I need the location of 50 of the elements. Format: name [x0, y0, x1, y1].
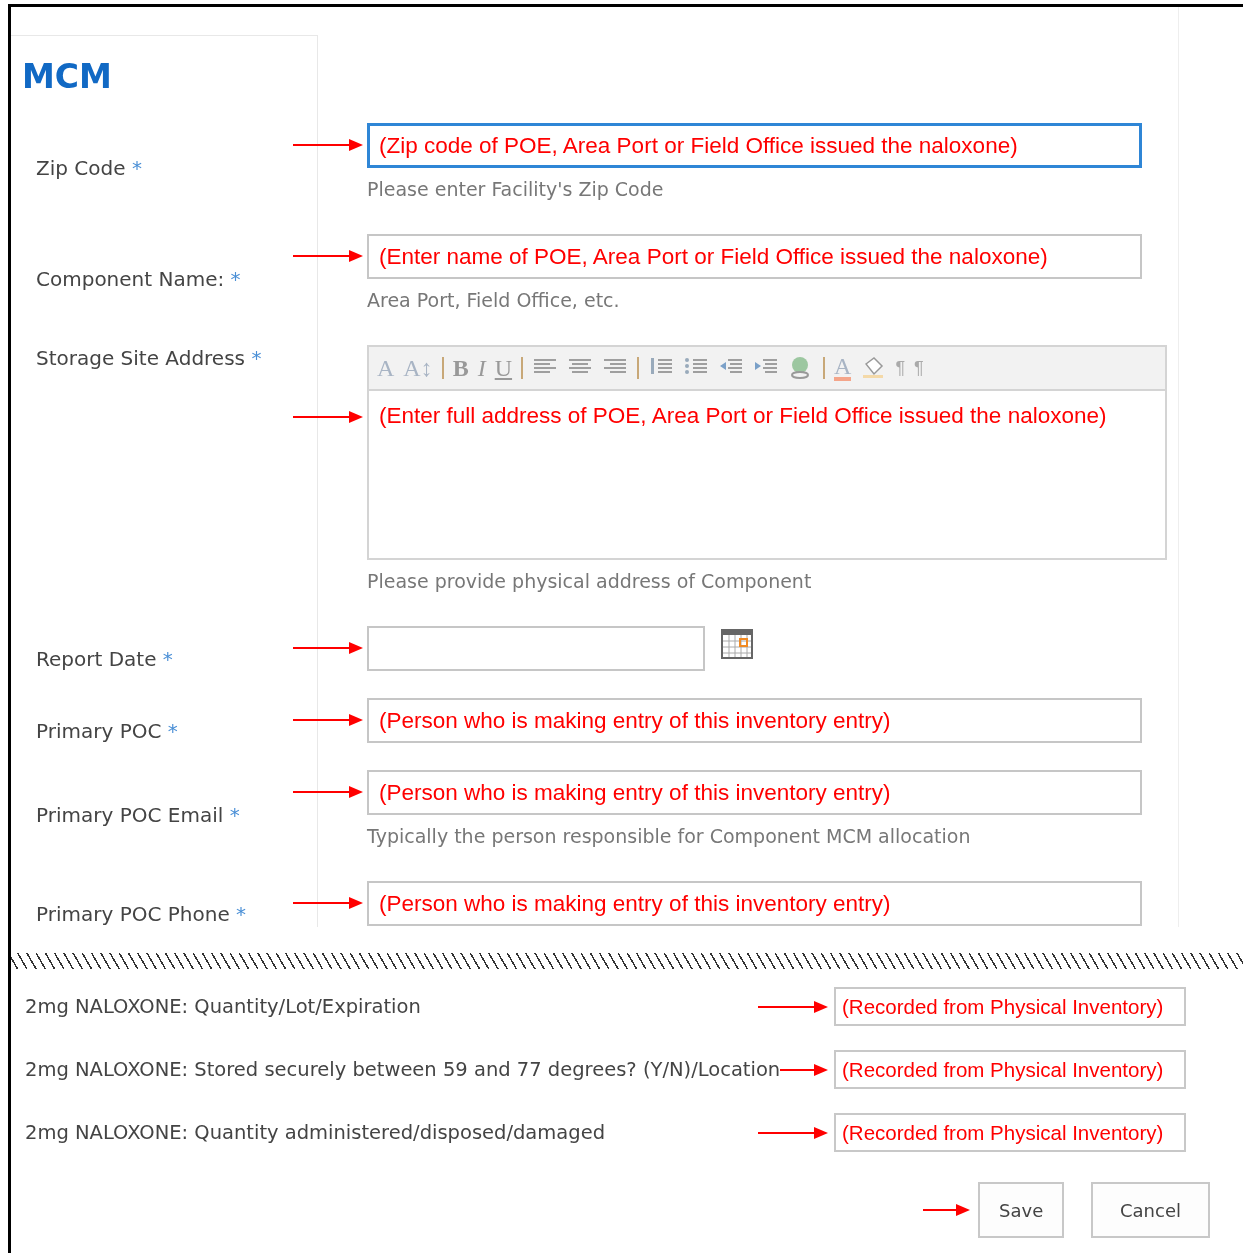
- annotation-arrow: [293, 714, 363, 726]
- field-label: Report Date: [36, 647, 157, 671]
- input-field[interactable]: (Recorded from Physical Inventory): [834, 1050, 1186, 1089]
- required-mark: *: [236, 902, 247, 926]
- required-mark: *: [251, 346, 262, 370]
- field-label: Primary POC Email: [36, 803, 224, 827]
- toolbar-button[interactable]: B: [452, 355, 469, 381]
- field-hint: Please provide physical address of Component: [367, 570, 813, 592]
- input-field[interactable]: (Person who is making entry of this inventory entry): [367, 770, 1142, 815]
- input-field[interactable]: (Person who is making entry of this inventory entry): [367, 698, 1142, 743]
- required-mark: *: [167, 719, 178, 743]
- annotation-arrow: [293, 897, 363, 909]
- field-hint: Area Port, Field Office, etc.: [367, 289, 621, 311]
- field-label: Primary POC Phone: [36, 902, 230, 926]
- toolbar-button[interactable]: ¶: [914, 355, 924, 381]
- form-title: MCM: [22, 57, 112, 97]
- input-field[interactable]: (Enter name of POE, Area Port or Field Office issued the naloxone): [367, 234, 1142, 279]
- field-label: 2mg NALOXONE: Quantity administered/disposed/damaged: [25, 1121, 606, 1144]
- rich-text-field[interactable]: (Enter full address of POE, Area Port or Field Office issued the naloxone): [367, 391, 1167, 560]
- input-field[interactable]: (Recorded from Physical Inventory): [834, 987, 1186, 1026]
- annotation-arrow: [758, 1000, 828, 1013]
- input-field[interactable]: (Recorded from Physical Inventory): [834, 1113, 1186, 1152]
- annotation-arrow: [780, 1063, 828, 1076]
- required-mark: *: [229, 803, 240, 827]
- input-field[interactable]: (Person who is making entry of this inventory entry): [367, 881, 1142, 926]
- field-label: 2mg NALOXONE: Stored securely between 59 and 77 degrees? (Y/N)/Location: [25, 1058, 781, 1081]
- annotation-arrow: [758, 1126, 828, 1139]
- form-button[interactable]: Save: [978, 1182, 1064, 1238]
- input-field[interactable]: (Zip code of POE, Area Port or Field Office issued the naloxone): [367, 123, 1142, 168]
- annotation-arrow: [293, 411, 363, 423]
- toolbar-button[interactable]: ¶: [895, 355, 906, 381]
- annotation-arrow: [293, 250, 363, 262]
- field-label: Storage Site Address: [36, 346, 245, 370]
- field-hint: Typically the person responsible for Component MCM allocation: [367, 825, 972, 847]
- date-field[interactable]: [367, 626, 705, 671]
- field-hint: Please enter Facility's Zip Code: [367, 178, 665, 200]
- annotation-arrow: [293, 139, 363, 151]
- form-button[interactable]: Cancel: [1091, 1182, 1210, 1238]
- required-mark: *: [131, 156, 142, 180]
- field-label: Primary POC: [36, 719, 162, 743]
- toolbar-button[interactable]: U: [494, 355, 513, 381]
- field-label: Component Name:: [36, 267, 225, 291]
- annotation-arrow: [293, 786, 363, 798]
- required-mark: *: [230, 267, 241, 291]
- annotation-arrow: [293, 642, 363, 654]
- calendar-icon[interactable]: [721, 629, 753, 659]
- field-label: Zip Code: [36, 156, 126, 180]
- field-label: 2mg NALOXONE: Quantity/Lot/Expiration: [25, 995, 421, 1018]
- required-mark: *: [162, 647, 173, 671]
- toolbar-button[interactable]: I: [477, 355, 486, 381]
